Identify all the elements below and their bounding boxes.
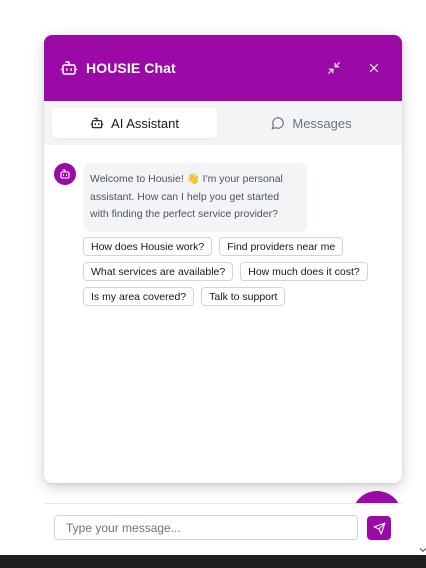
tab-label: Messages (292, 115, 352, 131)
message-line: with finding the perfect service provide… (90, 208, 278, 220)
suggestion-row: What services are available? How much do… (83, 262, 383, 281)
assistant-message: Welcome to Housie! 👋 I'm your personal a… (83, 163, 307, 232)
tab-messages[interactable]: Messages (229, 108, 394, 138)
message-circle-icon (271, 116, 285, 130)
suggestion-row: Is my area covered? Talk to support (83, 287, 383, 306)
bot-icon (59, 168, 71, 180)
suggestion-chip[interactable]: Is my area covered? (83, 287, 195, 306)
message-input[interactable] (54, 515, 358, 540)
chat-title: HOUSIE Chat (86, 60, 176, 76)
bot-icon (90, 116, 104, 130)
chevron-down-icon (419, 541, 426, 553)
minimize-button[interactable] (322, 56, 346, 80)
send-button[interactable] (367, 516, 391, 540)
close-icon (367, 61, 381, 75)
tab-label: AI Assistant (111, 115, 179, 131)
tabs-bar: AI Assistant Messages (44, 101, 402, 145)
minimize-icon (327, 61, 341, 75)
assistant-avatar (54, 163, 76, 185)
close-button[interactable] (362, 56, 386, 80)
suggestion-chip[interactable]: How much does it cost? (240, 262, 368, 281)
suggestion-chip[interactable]: Talk to support (201, 287, 286, 306)
message-input-bar (44, 503, 402, 553)
message-line: assistant. How can I help you get starte… (90, 190, 280, 203)
tab-ai-assistant[interactable]: AI Assistant (52, 108, 217, 138)
suggestion-row: How does Housie work? Find providers nea… (83, 237, 383, 256)
chat-header: HOUSIE Chat (44, 35, 402, 101)
suggestion-chip[interactable]: How does Housie work? (83, 237, 213, 256)
send-icon (373, 522, 386, 535)
bot-icon (60, 59, 78, 77)
suggestion-chip[interactable]: What services are available? (83, 262, 234, 281)
message-line: Welcome to Housie! 👋 I'm your personal (90, 173, 283, 185)
suggestion-list: How does Housie work? Find providers nea… (83, 237, 383, 312)
taskbar (0, 555, 426, 568)
suggestion-chip[interactable]: Find providers near me (219, 237, 344, 256)
